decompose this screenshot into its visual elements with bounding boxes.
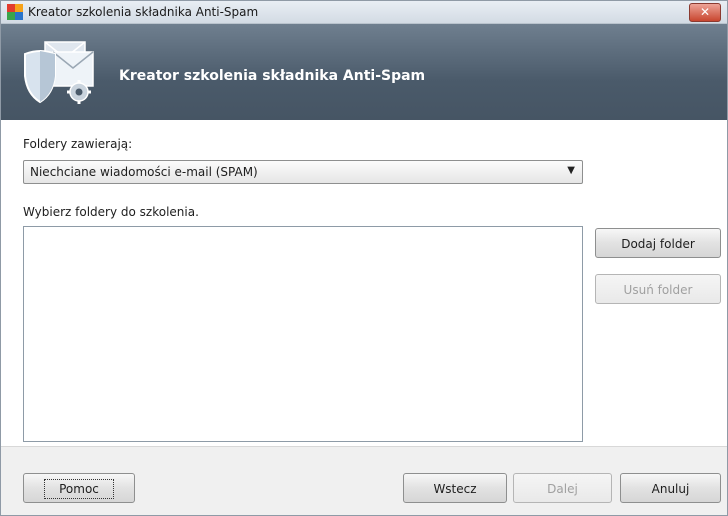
dialog-window: Kreator szkolenia składnika Anti-Spam ✕ <box>0 0 728 516</box>
chevron-down-icon: ▼ <box>567 165 575 176</box>
cancel-label: Anuluj <box>651 482 690 496</box>
footer-divider <box>1 446 727 447</box>
next-label: Dalej <box>547 482 578 496</box>
select-folders-label: Wybierz foldery do szkolenia. <box>23 205 199 219</box>
back-button[interactable]: Wstecz <box>403 473 507 503</box>
shield-envelope-gear-icon <box>24 41 94 104</box>
banner-title: Kreator szkolenia składnika Anti-Spam <box>119 68 426 84</box>
back-label: Wstecz <box>433 482 477 496</box>
help-button[interactable]: Pomoc <box>23 473 135 503</box>
folders-listbox[interactable] <box>23 226 583 442</box>
help-label: Pomoc <box>44 479 114 499</box>
folder-type-value: Niechciane wiadomości e-mail (SPAM) <box>30 165 258 179</box>
folders-contain-label: Foldery zawierają: <box>23 137 133 151</box>
wizard-content: Foldery zawierają: Niechciane wiadomości… <box>1 120 727 446</box>
title-bar[interactable]: Kreator szkolenia składnika Anti-Spam ✕ <box>1 1 727 24</box>
remove-folder-button[interactable]: Usuń folder <box>595 274 721 304</box>
cancel-button[interactable]: Anuluj <box>620 473 721 503</box>
window-title: Kreator szkolenia składnika Anti-Spam <box>28 5 259 19</box>
close-button[interactable]: ✕ <box>689 3 721 22</box>
remove-folder-label: Usuń folder <box>623 283 693 297</box>
add-folder-button[interactable]: Dodaj folder <box>595 228 721 258</box>
avg-logo-icon <box>7 4 23 20</box>
header-banner: Kreator szkolenia składnika Anti-Spam <box>1 24 727 120</box>
folder-type-select[interactable]: Niechciane wiadomości e-mail (SPAM) ▼ <box>23 160 583 184</box>
add-folder-label: Dodaj folder <box>621 237 695 251</box>
close-icon: ✕ <box>699 5 711 19</box>
next-button[interactable]: Dalej <box>513 473 612 503</box>
